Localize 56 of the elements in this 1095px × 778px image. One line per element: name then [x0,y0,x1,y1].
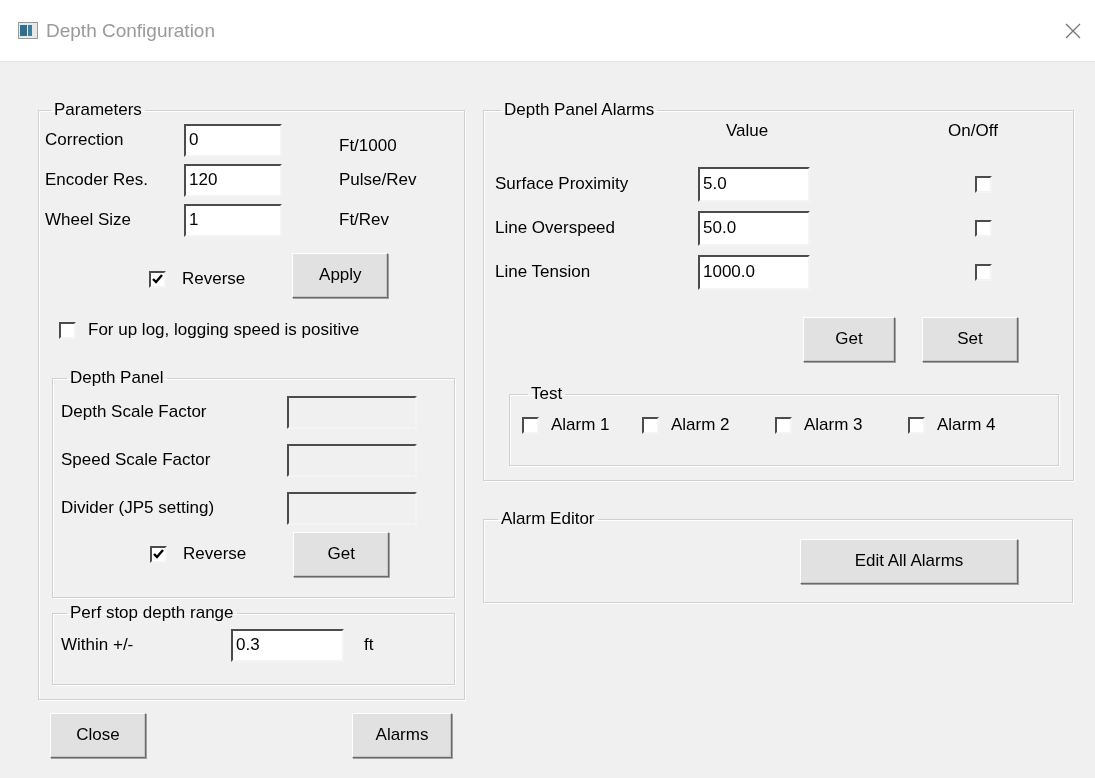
get-button[interactable]: Get [803,316,895,362]
column-header: Value [724,121,770,141]
close-button[interactable]: Close [50,712,146,758]
field-label: Line Tension [495,262,592,282]
checkbox-label: Alarm 3 [804,415,863,435]
group-title: Alarm Editor [500,509,596,529]
group-title: Perf stop depth range [69,603,235,623]
checkbox[interactable] [59,321,76,339]
input-field[interactable]: 50.0 [698,210,810,246]
input-field[interactable]: 0 [184,123,282,157]
field-label: Correction [45,130,125,150]
checkbox[interactable] [975,263,992,281]
checkbox-label: Reverse [183,544,247,564]
checkbox[interactable] [149,270,166,288]
checkbox-label: For up log, logging speed is positive [88,320,360,340]
get-button[interactable]: Get [293,531,390,577]
column-header: On/Off [947,121,999,141]
checkbox-label: Alarm 2 [671,415,730,435]
group-title: Test [530,384,564,404]
checkbox-label: Alarm 1 [551,415,610,435]
group-title: Depth Panel Alarms [503,100,656,120]
checkbox-label: Alarm 4 [937,415,996,435]
field-label: Wheel Size [45,210,132,230]
unit-label: Ft/Rev [339,210,390,230]
input-field[interactable]: 5.0 [698,166,810,202]
group-title: Depth Panel [69,368,165,388]
field-label: Within +/- [61,635,135,655]
checkbox[interactable] [522,416,539,434]
unit-label: ft [364,635,374,655]
checkbox[interactable] [908,416,925,434]
field-label: Encoder Res. [45,170,149,190]
checkbox-label: Reverse [182,269,246,289]
alarms-button[interactable]: Alarms [352,712,452,758]
checkbox[interactable] [775,416,792,434]
field-label: Divider (JP5 setting) [61,498,216,518]
set-button[interactable]: Set [922,316,1018,362]
unit-label: Ft/1000 [339,136,397,156]
unit-label: Pulse/Rev [339,170,417,190]
group-title: Parameters [53,100,143,120]
input-field[interactable]: 1 [184,203,282,237]
input-field[interactable]: 120 [184,163,282,197]
checkbox[interactable] [975,219,992,237]
checkbox[interactable] [642,416,659,434]
close-icon[interactable] [1065,22,1081,39]
window-title: Depth Configuration [46,19,216,42]
checkbox[interactable] [150,545,167,563]
field-label: Surface Proximity [495,174,630,194]
checkbox[interactable] [975,175,992,193]
field-label: Speed Scale Factor [61,450,212,470]
apply-button[interactable]: Apply [292,252,389,298]
edit-alarms-button[interactable]: Edit All Alarms [800,538,1018,584]
field-label: Line Overspeed [495,218,617,238]
field-label: Depth Scale Factor [61,402,208,422]
input-field[interactable]: 0.3 [231,628,344,662]
input-field[interactable]: 1000.0 [698,254,810,290]
window-icon [18,22,38,39]
